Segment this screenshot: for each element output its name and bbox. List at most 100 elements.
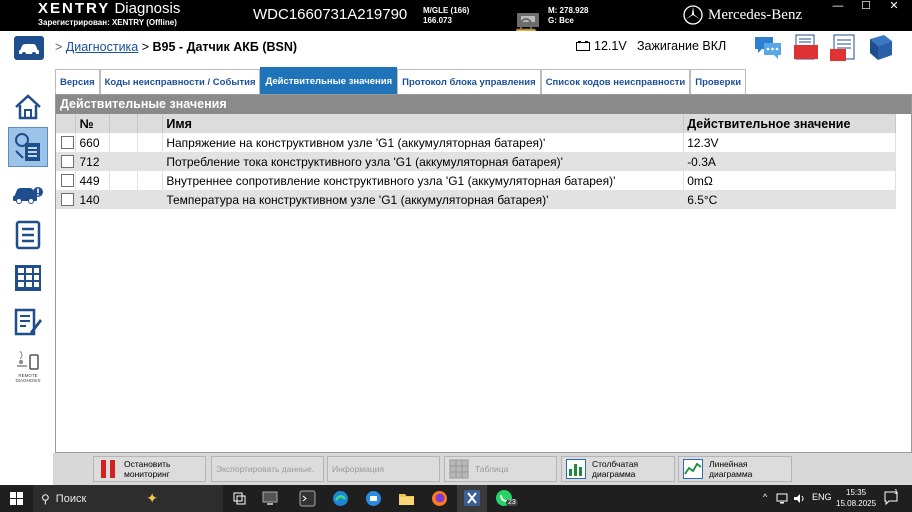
- file-explorer-icon[interactable]: [398, 490, 415, 507]
- header-actual-value[interactable]: Действительное значение: [683, 114, 896, 133]
- row-blank: [109, 190, 139, 209]
- ignition-status: Зажигание ВКЛ: [637, 39, 727, 53]
- tray-overflow-icon[interactable]: ^: [763, 492, 767, 502]
- windows-start-icon[interactable]: [10, 492, 23, 505]
- taskbar-clock[interactable]: 15:35 15.08.2025: [836, 487, 876, 509]
- row-name: Внутреннее сопротивление конструктивного…: [162, 171, 685, 190]
- nav-modules-grid[interactable]: [8, 258, 48, 298]
- input-language[interactable]: ENG: [812, 492, 832, 502]
- nav-remote-diagnosis[interactable]: REMOTE DIAGNOSIS: [8, 347, 48, 387]
- left-navigation: REMOTE DIAGNOSIS: [0, 67, 53, 485]
- export-data-button[interactable]: Экспортировать данные.: [211, 456, 324, 482]
- whatsapp-taskbar-button[interactable]: 23: [495, 489, 518, 512]
- bar-chart-label: Столбчатая диаграмма: [592, 459, 638, 479]
- table-header-row: № Имя Действительное значение: [56, 114, 896, 133]
- whatsapp-badge: 23: [506, 499, 518, 506]
- task-view-icon[interactable]: [233, 492, 246, 505]
- header-number[interactable]: №: [75, 114, 111, 133]
- table-label: Таблица: [475, 464, 509, 474]
- row-value: -0.3A: [683, 152, 896, 171]
- row-number: 449: [75, 171, 111, 190]
- search-placeholder: Поиск: [55, 492, 87, 505]
- panel-title: Действительные значения: [56, 95, 911, 114]
- windows-taskbar: ⚲ Поиск ✦ 23 ^ ENG 15:35 15.08.2025 1: [0, 485, 912, 512]
- stop-monitoring-button[interactable]: Остановить мониторинг: [93, 456, 206, 482]
- table-button[interactable]: Таблица: [444, 456, 557, 482]
- tab-fault-code-list[interactable]: Список кодов неисправности: [540, 69, 691, 95]
- tab-version[interactable]: Версия: [55, 69, 100, 95]
- chat-support-icon[interactable]: [753, 33, 783, 63]
- nav-home[interactable]: [8, 87, 48, 127]
- clock-date: 15.08.2025: [836, 499, 877, 508]
- list-icon: [15, 220, 41, 250]
- vehicle-button[interactable]: [14, 36, 44, 60]
- modules-grid-icon: [15, 265, 41, 291]
- engine-gearbox-info: M: 278.928 G: Все: [548, 6, 588, 26]
- mercedes-logo: Mercedes-Benz: [683, 5, 802, 25]
- information-button[interactable]: Информация: [327, 456, 440, 482]
- line-chart-line1: Линейная: [709, 459, 748, 469]
- edge-browser-icon[interactable]: [332, 490, 349, 507]
- terminal-app-icon[interactable]: [299, 490, 316, 507]
- minimize-button[interactable]: —: [824, 0, 852, 14]
- pc-app-icon[interactable]: [262, 491, 278, 506]
- brand-xentry: XENTRY: [38, 0, 111, 17]
- registration-status: Зарегистрирован: XENTRY (Offline): [38, 18, 177, 27]
- nav-edit-document[interactable]: [8, 302, 48, 342]
- line-chart-icon: [683, 459, 703, 479]
- actual-values-table: № Имя Действительное значение 660 Напряж…: [56, 114, 896, 209]
- row-name: Напряжение на конструктивном узле 'G1 (а…: [162, 133, 685, 152]
- row-number: 140: [75, 190, 111, 209]
- network-icon[interactable]: [776, 493, 788, 504]
- line-chart-line2: диаграмма: [709, 469, 753, 479]
- row-checkbox[interactable]: [61, 136, 74, 149]
- breadcrumb-diagnosis-link[interactable]: Диагностика: [66, 40, 138, 54]
- tab-checks[interactable]: Проверки: [690, 69, 747, 95]
- bar-chart-button[interactable]: Столбчатая диаграмма: [561, 456, 675, 482]
- notification-center[interactable]: 1: [884, 489, 898, 510]
- car-icon: [19, 44, 39, 56]
- row-checkbox-cell: [56, 190, 77, 209]
- tab-control-unit-log[interactable]: Протокол блока управления: [397, 69, 541, 95]
- close-button[interactable]: ✕: [880, 0, 908, 14]
- taskbar-search[interactable]: ⚲ Поиск ✦: [33, 485, 223, 512]
- table-row: 712 Потребление тока конструктивного узл…: [56, 152, 896, 171]
- vin-number: WDC1660731A219790: [253, 6, 408, 23]
- home-icon: [15, 94, 41, 120]
- xentry-taskbar-button[interactable]: [457, 485, 487, 512]
- battery-status: 12.1V: [576, 39, 627, 53]
- engine-line: M: 278.928: [548, 6, 589, 15]
- actual-values-panel: Действительные значения № Имя Действител…: [55, 94, 912, 453]
- mercedes-wordmark: Mercedes-Benz: [708, 6, 803, 23]
- nav-control-units[interactable]: [8, 127, 48, 167]
- row-checkbox-cell: [56, 171, 77, 190]
- remote-diagnosis-icon: [17, 351, 39, 370]
- volume-icon[interactable]: [793, 493, 805, 504]
- row-checkbox[interactable]: [61, 193, 74, 206]
- help-book-icon[interactable]: [866, 33, 896, 63]
- row-checkbox[interactable]: [61, 174, 74, 187]
- row-value: 6.5°C: [683, 190, 896, 209]
- line-chart-button[interactable]: Линейная диаграмма: [678, 456, 792, 482]
- row-blank: [109, 152, 139, 171]
- print-document-icon[interactable]: [791, 33, 821, 63]
- row-checkbox[interactable]: [61, 155, 74, 168]
- firefox-icon[interactable]: [431, 490, 448, 507]
- header-checkbox-col: [56, 114, 77, 133]
- nav-list[interactable]: [8, 215, 48, 255]
- tab-actual-values[interactable]: Действительные значения: [260, 67, 398, 95]
- xentry-app-icon: [464, 490, 480, 506]
- row-blank: [109, 171, 139, 190]
- maximize-button[interactable]: ☐: [852, 0, 880, 14]
- header-name[interactable]: Имя: [162, 114, 685, 133]
- nav-vehicle-faults[interactable]: [8, 173, 48, 213]
- clock-time: 15:35: [846, 488, 867, 497]
- row-blank: [137, 152, 164, 171]
- tab-fault-codes[interactable]: Коды неисправности / События: [99, 69, 261, 95]
- ms-app-icon[interactable]: [365, 490, 382, 507]
- search-icon: ⚲: [41, 491, 50, 506]
- app-title: XENTRY Diagnosis: [38, 1, 180, 16]
- row-name: Температура на конструктивном узле 'G1 (…: [162, 190, 685, 209]
- edit-document-icon: [14, 308, 42, 336]
- report-icon[interactable]: [828, 33, 858, 63]
